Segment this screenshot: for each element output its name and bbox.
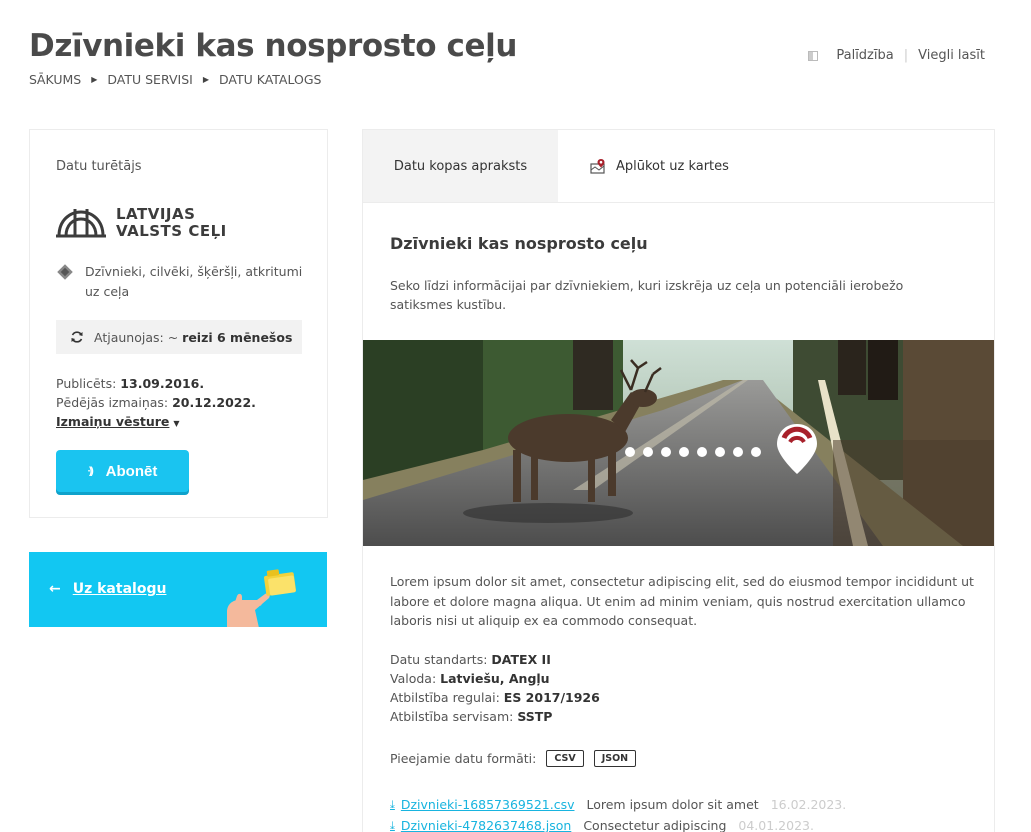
file-date: 16.02.2023. <box>770 797 847 812</box>
hand-folder-icon <box>227 569 296 627</box>
help-link[interactable]: Palīdzība <box>836 48 893 63</box>
easy-read-link[interactable]: Viegli lasīt <box>918 48 985 63</box>
file-download-link[interactable]: ⤓ Dzivnieki-16857369521.csv <box>390 794 574 815</box>
contrast-icon[interactable] <box>808 50 819 61</box>
update-frequency: Atjaunojas: ~ reizi 6 mēnešos <box>56 320 302 354</box>
data-holder-card: Datu turētājs LATVIJAS VALSTS CEĻI Dzīvn… <box>29 129 328 518</box>
formats-label: Pieejamie datu formāti: <box>390 751 537 766</box>
available-formats: Pieejamie datu formāti: CSV JSON <box>390 750 637 767</box>
modified-date: Pēdējās izmaiņas: 20.12.2022. <box>56 395 256 410</box>
file-description: Consectetur adipiscing <box>583 818 727 832</box>
update-frequency-text: Atjaunojas: ~ reizi 6 mēnešos <box>94 329 293 345</box>
lvc-logo-icon <box>56 209 106 238</box>
holder-logo-text: LATVIJAS VALSTS CEĻI <box>116 205 227 240</box>
subscribe-label: Abonēt <box>105 462 158 480</box>
dataset-title: Dzīvnieki kas nosprosto ceļu <box>390 234 648 253</box>
dataset-meta: Datu standarts: DATEX II Valoda: Latvieš… <box>390 650 600 726</box>
back-to-catalog-link[interactable]: ← Uz katalogu <box>49 581 166 597</box>
download-icon: ⤓ <box>390 798 395 811</box>
file-row: ⤓ Dzivnieki-16857369521.csv Lorem ipsum d… <box>390 794 846 815</box>
category-tags: Dzīvnieki, cilvēki, šķēršļi, atkritumi u… <box>56 262 306 302</box>
top-links: Palīdzība | Viegli lasīt <box>808 48 985 63</box>
meta-standard: Datu standarts: DATEX II <box>390 652 551 667</box>
tab-description[interactable]: Datu kopas apraksts <box>363 130 558 202</box>
holder-label: Datu turētājs <box>56 159 142 174</box>
file-download-link[interactable]: ⤓ Dzivnieki-4782637468.json <box>390 815 571 832</box>
dataset-description: Seko līdzi informācijai par dzīvniekiem,… <box>390 278 904 312</box>
history-dropdown[interactable]: Izmaiņu vēsture ▼ <box>56 412 180 433</box>
map-pin-icon <box>590 158 605 174</box>
caret-down-icon: ▼ <box>173 419 180 428</box>
page-title: Dzīvnieki kas nosprosto ceļu <box>29 28 517 64</box>
divider: | <box>903 48 909 63</box>
broadcast-icon: ·)) <box>87 465 94 477</box>
holder-logo: LATVIJAS VALSTS CEĻI <box>56 206 227 240</box>
file-date: 04.01.2023. <box>738 818 814 832</box>
meta-service: Atbilstība servisam: SSTP <box>390 709 553 724</box>
category-tags-text: Dzīvnieki, cilvēki, šķēršļi, atkritumi u… <box>85 264 303 299</box>
breadcrumb-separator-icon: ▶ <box>91 75 98 84</box>
format-badge-json: JSON <box>593 750 637 767</box>
subscribe-button[interactable]: ·)) Abonēt <box>56 450 189 492</box>
breadcrumb-home[interactable]: SĀKUMS <box>29 72 81 87</box>
file-list: ⤓ Dzivnieki-16857369521.csv Lorem ipsum d… <box>390 794 846 832</box>
file-description: Lorem ipsum dolor sit amet <box>586 797 759 812</box>
format-badge-csv: CSV <box>546 750 584 767</box>
dates-block: Publicēts: 13.09.2016. Pēdējās izmaiņas:… <box>56 374 256 433</box>
refresh-icon <box>71 331 83 343</box>
meta-regulation: Atbilstība regulai: ES 2017/1926 <box>390 690 600 705</box>
deer-on-road-image <box>363 340 994 546</box>
warning-diamond-icon <box>57 264 73 280</box>
dataset-tabs: Datu kopas apraksts Aplūkot uz kartes <box>363 130 994 203</box>
file-row: ⤓ Dzivnieki-4782637468.json Consectetur a… <box>390 815 846 832</box>
back-to-catalog-banner[interactable]: ← Uz katalogu <box>29 552 327 627</box>
tab-map[interactable]: Aplūkot uz kartes <box>558 130 729 202</box>
breadcrumb-data-services[interactable]: DATU SERVISI <box>107 72 192 87</box>
download-icon: ⤓ <box>390 819 395 832</box>
meta-language: Valoda: Latviešu, Angļu <box>390 671 550 686</box>
breadcrumb: SĀKUMS ▶ DATU SERVISI ▶ DATU KATALOGS <box>29 72 321 87</box>
arrow-left-icon: ← <box>49 581 61 597</box>
breadcrumb-separator-icon: ▶ <box>202 75 209 84</box>
dataset-panel: Datu kopas apraksts Aplūkot uz kartes Dz… <box>362 129 995 832</box>
published-date: Publicēts: 13.09.2016. <box>56 376 205 391</box>
dataset-long-description: Lorem ipsum dolor sit amet, consectetur … <box>390 574 974 628</box>
breadcrumb-data-catalog[interactable]: DATU KATALOGS <box>219 72 322 87</box>
tab-map-label: Aplūkot uz kartes <box>616 158 729 174</box>
